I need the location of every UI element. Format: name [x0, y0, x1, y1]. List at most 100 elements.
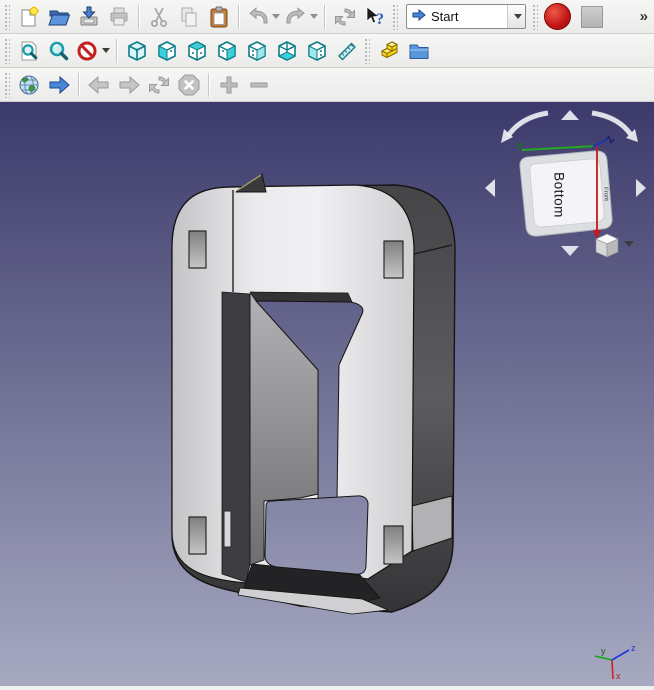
paste-icon [207, 5, 231, 29]
axis-x-label: x [616, 671, 621, 681]
model-pocket-top-right [384, 241, 403, 278]
print-button[interactable] [104, 2, 134, 32]
toolbar-drag-handle[interactable] [364, 38, 370, 64]
forward-arrow-icon [117, 73, 141, 97]
undo-icon [246, 5, 270, 29]
separator [138, 5, 140, 29]
macro-record-button[interactable] [542, 2, 572, 32]
cut-icon [147, 5, 171, 29]
cad-model[interactable] [172, 174, 455, 614]
nav-refresh-button[interactable] [144, 70, 174, 100]
model-slot-bottom-left [224, 511, 231, 547]
nav-back-button[interactable] [84, 70, 114, 100]
workbench-icon [411, 8, 427, 25]
zoom-in-button[interactable] [214, 70, 244, 100]
3d-scene[interactable]: Bottom Front Y Z y z x [0, 102, 654, 686]
model-pocket-bottom-right [384, 526, 403, 564]
nav-forward-button[interactable] [114, 70, 144, 100]
nav-cube-face-label[interactable]: Bottom [551, 172, 566, 218]
model-bottom-hole [265, 496, 368, 574]
cut-button[interactable] [144, 2, 174, 32]
create-group-button[interactable] [404, 36, 434, 66]
view-bottom-button[interactable] [272, 36, 302, 66]
redo-dropdown-arrow[interactable] [310, 14, 318, 19]
whats-this-icon: ? [363, 5, 387, 29]
open-website-button[interactable] [14, 70, 44, 100]
start-page-button[interactable] [44, 70, 74, 100]
undo-dropdown-arrow[interactable] [272, 14, 280, 19]
toolbar-file: ? Start » [0, 0, 654, 34]
view-top-button[interactable] [182, 36, 212, 66]
view-right-cube-icon [215, 39, 239, 63]
3d-viewport[interactable]: Bottom Front Y Z y z x [0, 102, 654, 686]
view-rear-button[interactable] [242, 36, 272, 66]
whats-this-button[interactable]: ? [360, 2, 390, 32]
toolbar-drag-handle[interactable] [532, 4, 538, 30]
open-button[interactable] [44, 2, 74, 32]
toolbar-overflow-button[interactable]: » [640, 8, 648, 25]
fit-selection-button[interactable] [44, 36, 74, 66]
paste-button[interactable] [204, 2, 234, 32]
workbench-selector[interactable]: Start [406, 4, 526, 29]
fit-all-icon [17, 39, 41, 63]
copy-button[interactable] [174, 2, 204, 32]
save-icon [77, 5, 101, 29]
toolbar-drag-handle[interactable] [4, 38, 10, 64]
separator [116, 39, 118, 63]
draw-style-icon [76, 39, 100, 63]
nav-cube-side-label[interactable]: Front [602, 187, 609, 202]
copy-icon [177, 5, 201, 29]
axis-x-line [612, 660, 613, 679]
toolbar-view [0, 34, 654, 68]
stop-icon [177, 73, 201, 97]
view-front-button[interactable] [152, 36, 182, 66]
separator [324, 5, 326, 29]
draw-style-button[interactable] [74, 36, 112, 66]
view-axonometric-button[interactable] [122, 36, 152, 66]
model-pocket-top-left [189, 231, 206, 268]
refresh-button[interactable] [330, 2, 360, 32]
undo-button[interactable] [244, 2, 282, 32]
view-bottom-cube-icon [275, 39, 299, 63]
separator [78, 73, 80, 97]
separator [208, 73, 210, 97]
measure-distance-button[interactable] [332, 36, 362, 66]
toolbar-navigation [0, 68, 654, 102]
fit-all-button[interactable] [14, 36, 44, 66]
create-part-button[interactable] [374, 36, 404, 66]
axonometric-cube-icon [125, 39, 149, 63]
print-icon [107, 5, 131, 29]
blue-arrow-right-icon [47, 73, 71, 97]
toolbar-drag-handle[interactable] [4, 4, 10, 30]
minus-icon [247, 73, 271, 97]
nav-cube-mini-cube[interactable] [596, 234, 618, 257]
toolbar-drag-handle[interactable] [392, 4, 398, 30]
view-left-button[interactable] [302, 36, 332, 66]
axis-z-label: z [631, 643, 636, 653]
toolbar-drag-handle[interactable] [4, 72, 10, 98]
zoom-out-button[interactable] [244, 70, 274, 100]
toolbar-area: ? Start » [0, 0, 654, 102]
redo-button[interactable] [282, 2, 320, 32]
new-document-icon [17, 5, 41, 29]
nav-cube-y-label: Y [516, 142, 523, 153]
view-rear-cube-icon [245, 39, 269, 63]
view-right-button[interactable] [212, 36, 242, 66]
view-left-cube-icon [305, 39, 329, 63]
new-document-button[interactable] [14, 2, 44, 32]
model-pocket-bottom-left [189, 517, 206, 554]
view-top-cube-icon [185, 39, 209, 63]
separator [238, 5, 240, 29]
workbench-dropdown-button[interactable] [507, 5, 525, 28]
globe-icon [17, 73, 41, 97]
fit-selection-icon [47, 39, 71, 63]
redo-icon [284, 5, 308, 29]
refresh-icon [333, 5, 357, 29]
axis-y-label: y [601, 646, 606, 656]
nav-stop-button[interactable] [174, 70, 204, 100]
part-icon [377, 39, 401, 63]
macro-stop-button[interactable] [581, 6, 603, 28]
save-button[interactable] [74, 2, 104, 32]
draw-style-dropdown-arrow[interactable] [102, 48, 110, 53]
plus-icon [217, 73, 241, 97]
